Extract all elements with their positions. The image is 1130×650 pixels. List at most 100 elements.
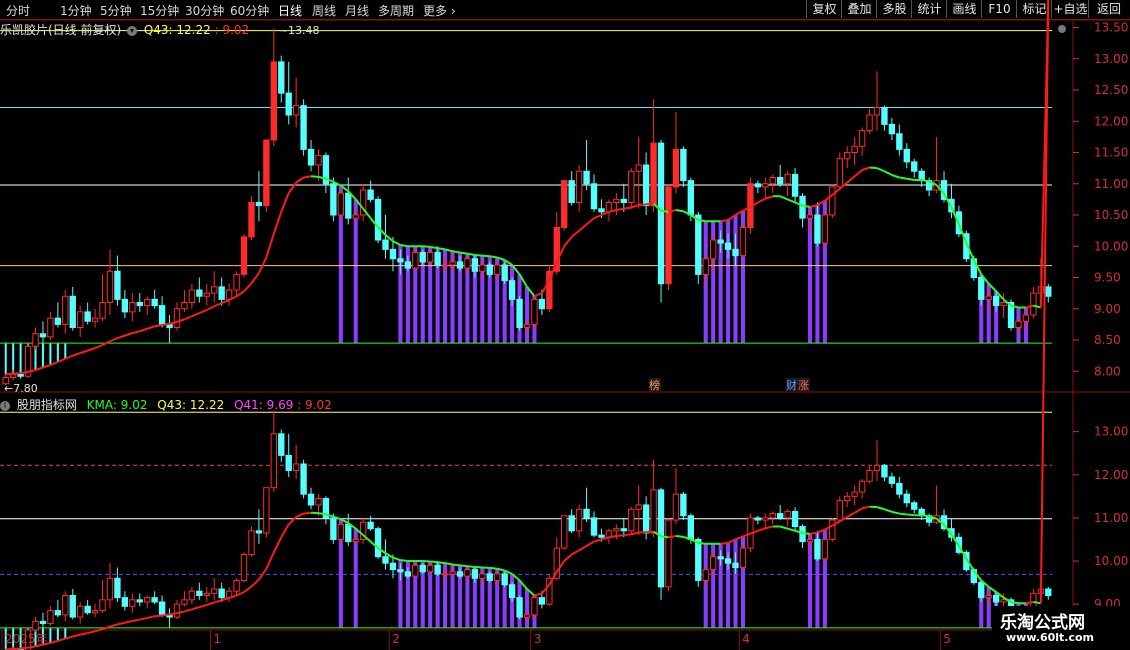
time-axis: 2025年123456 xyxy=(1,630,1115,650)
sub-candle xyxy=(84,605,91,614)
sub-candle xyxy=(598,534,605,538)
sub-kma-segment xyxy=(236,591,245,597)
main-y-tick-label: 8.50 xyxy=(1094,333,1121,347)
chevron-down-icon[interactable]: ▾ xyxy=(127,25,138,36)
sub-kma-segment xyxy=(87,630,96,634)
sub-candle xyxy=(106,577,114,601)
sub-candle xyxy=(412,564,419,577)
sub-candle xyxy=(158,601,166,616)
main-candle xyxy=(590,183,598,210)
sub-candle xyxy=(114,577,121,599)
sub-kma-segment xyxy=(213,599,222,604)
main-y-tick-label: 13.50 xyxy=(1094,21,1128,35)
sub-candle xyxy=(635,504,642,510)
sub-kma-segment xyxy=(578,545,588,552)
watermark-title: 乐淘公式网 xyxy=(1000,613,1085,633)
sub-candle xyxy=(575,508,583,532)
sub-candle xyxy=(754,517,762,521)
main-candle xyxy=(508,280,516,300)
main-kma-segment xyxy=(87,347,96,352)
kma-value: KMA: 9.02 xyxy=(86,398,148,412)
sub-candle xyxy=(739,547,747,568)
main-kma-segment xyxy=(191,312,200,318)
main-candle xyxy=(888,123,896,135)
main-kma-segment xyxy=(861,166,870,171)
main-y-tick-label: 12.50 xyxy=(1094,83,1128,97)
main-candle xyxy=(680,148,687,182)
x-tick-label: 1 xyxy=(214,632,222,646)
sub-candle xyxy=(427,564,434,573)
sub-candle xyxy=(389,562,397,571)
sub-candle xyxy=(709,556,717,571)
main-kma-segment xyxy=(585,217,595,226)
sub-kma-segment xyxy=(802,531,811,535)
sub-kma-segment xyxy=(139,616,148,621)
sub-kma-segment xyxy=(660,535,669,539)
sub-kma-segment xyxy=(392,556,401,562)
sub-kma-segment xyxy=(444,562,453,566)
main-candle xyxy=(702,258,709,275)
sub-kma-segment xyxy=(109,623,118,628)
main-candle xyxy=(233,273,240,291)
main-candle xyxy=(404,261,412,269)
sub-kma-segment xyxy=(861,505,870,510)
main-candle xyxy=(84,311,91,322)
main-kma-segment xyxy=(221,299,230,305)
sub-candle xyxy=(188,590,196,601)
x-tick-label: 3 xyxy=(534,632,542,646)
main-candle xyxy=(337,192,345,216)
main-kma-segment xyxy=(534,292,543,298)
sub-candle xyxy=(121,597,129,607)
sub-kma-segment xyxy=(191,606,200,611)
sub-kma-segment xyxy=(161,613,170,617)
sub-candle xyxy=(590,517,598,536)
main-kma-segment xyxy=(906,177,915,181)
main-kma-segment xyxy=(846,175,856,184)
sub-candle xyxy=(1000,599,1007,603)
sub-candle xyxy=(248,530,255,556)
main-candle xyxy=(419,252,426,263)
main-candle xyxy=(575,170,583,203)
info-icon[interactable]: i xyxy=(0,400,10,411)
sub-candle xyxy=(91,610,99,614)
main-kma-segment xyxy=(474,254,483,257)
sub-kma-segment xyxy=(280,523,290,538)
sub-kma-segment xyxy=(146,615,155,619)
sub-kma-segment xyxy=(906,513,915,517)
sub-kma-segment xyxy=(1033,600,1042,605)
sub-y-tick-label: 10.00 xyxy=(1094,554,1128,568)
sub-kma-segment xyxy=(169,612,178,616)
main-candle xyxy=(650,142,657,207)
sub-kma-segment xyxy=(154,614,163,618)
sub-candle xyxy=(255,530,263,534)
sub-candle xyxy=(762,517,769,521)
sub-candle xyxy=(777,513,784,519)
sub-candle xyxy=(278,433,285,456)
main-kma-segment xyxy=(467,252,476,256)
sub-kma-segment xyxy=(757,527,766,532)
sub-kma-segment xyxy=(272,536,283,553)
main-kma-segment xyxy=(571,229,580,238)
main-kma-segment xyxy=(213,302,223,308)
sub-candle xyxy=(769,513,776,519)
sub-candle xyxy=(441,573,449,576)
sub-candle xyxy=(1045,588,1052,597)
main-candle xyxy=(985,295,992,300)
main-candle xyxy=(158,305,166,325)
sub-candle xyxy=(181,599,188,605)
main-kma-segment xyxy=(57,357,66,363)
main-candle xyxy=(181,302,188,310)
sub-kma-segment xyxy=(459,564,468,568)
q41-extra: : 9.02 xyxy=(297,398,332,412)
sub-candle xyxy=(464,569,471,577)
sub-candle xyxy=(32,620,39,631)
sub-candle xyxy=(523,614,531,618)
gear-icon[interactable] xyxy=(1058,25,1066,33)
main-candle xyxy=(903,148,910,163)
x-tick-label: 2 xyxy=(392,632,400,646)
main-candle xyxy=(121,298,129,313)
sub-candle xyxy=(724,558,732,564)
sub-candle xyxy=(136,599,143,603)
sub-kma-segment xyxy=(720,541,729,545)
sub-kma-segment xyxy=(616,534,624,537)
